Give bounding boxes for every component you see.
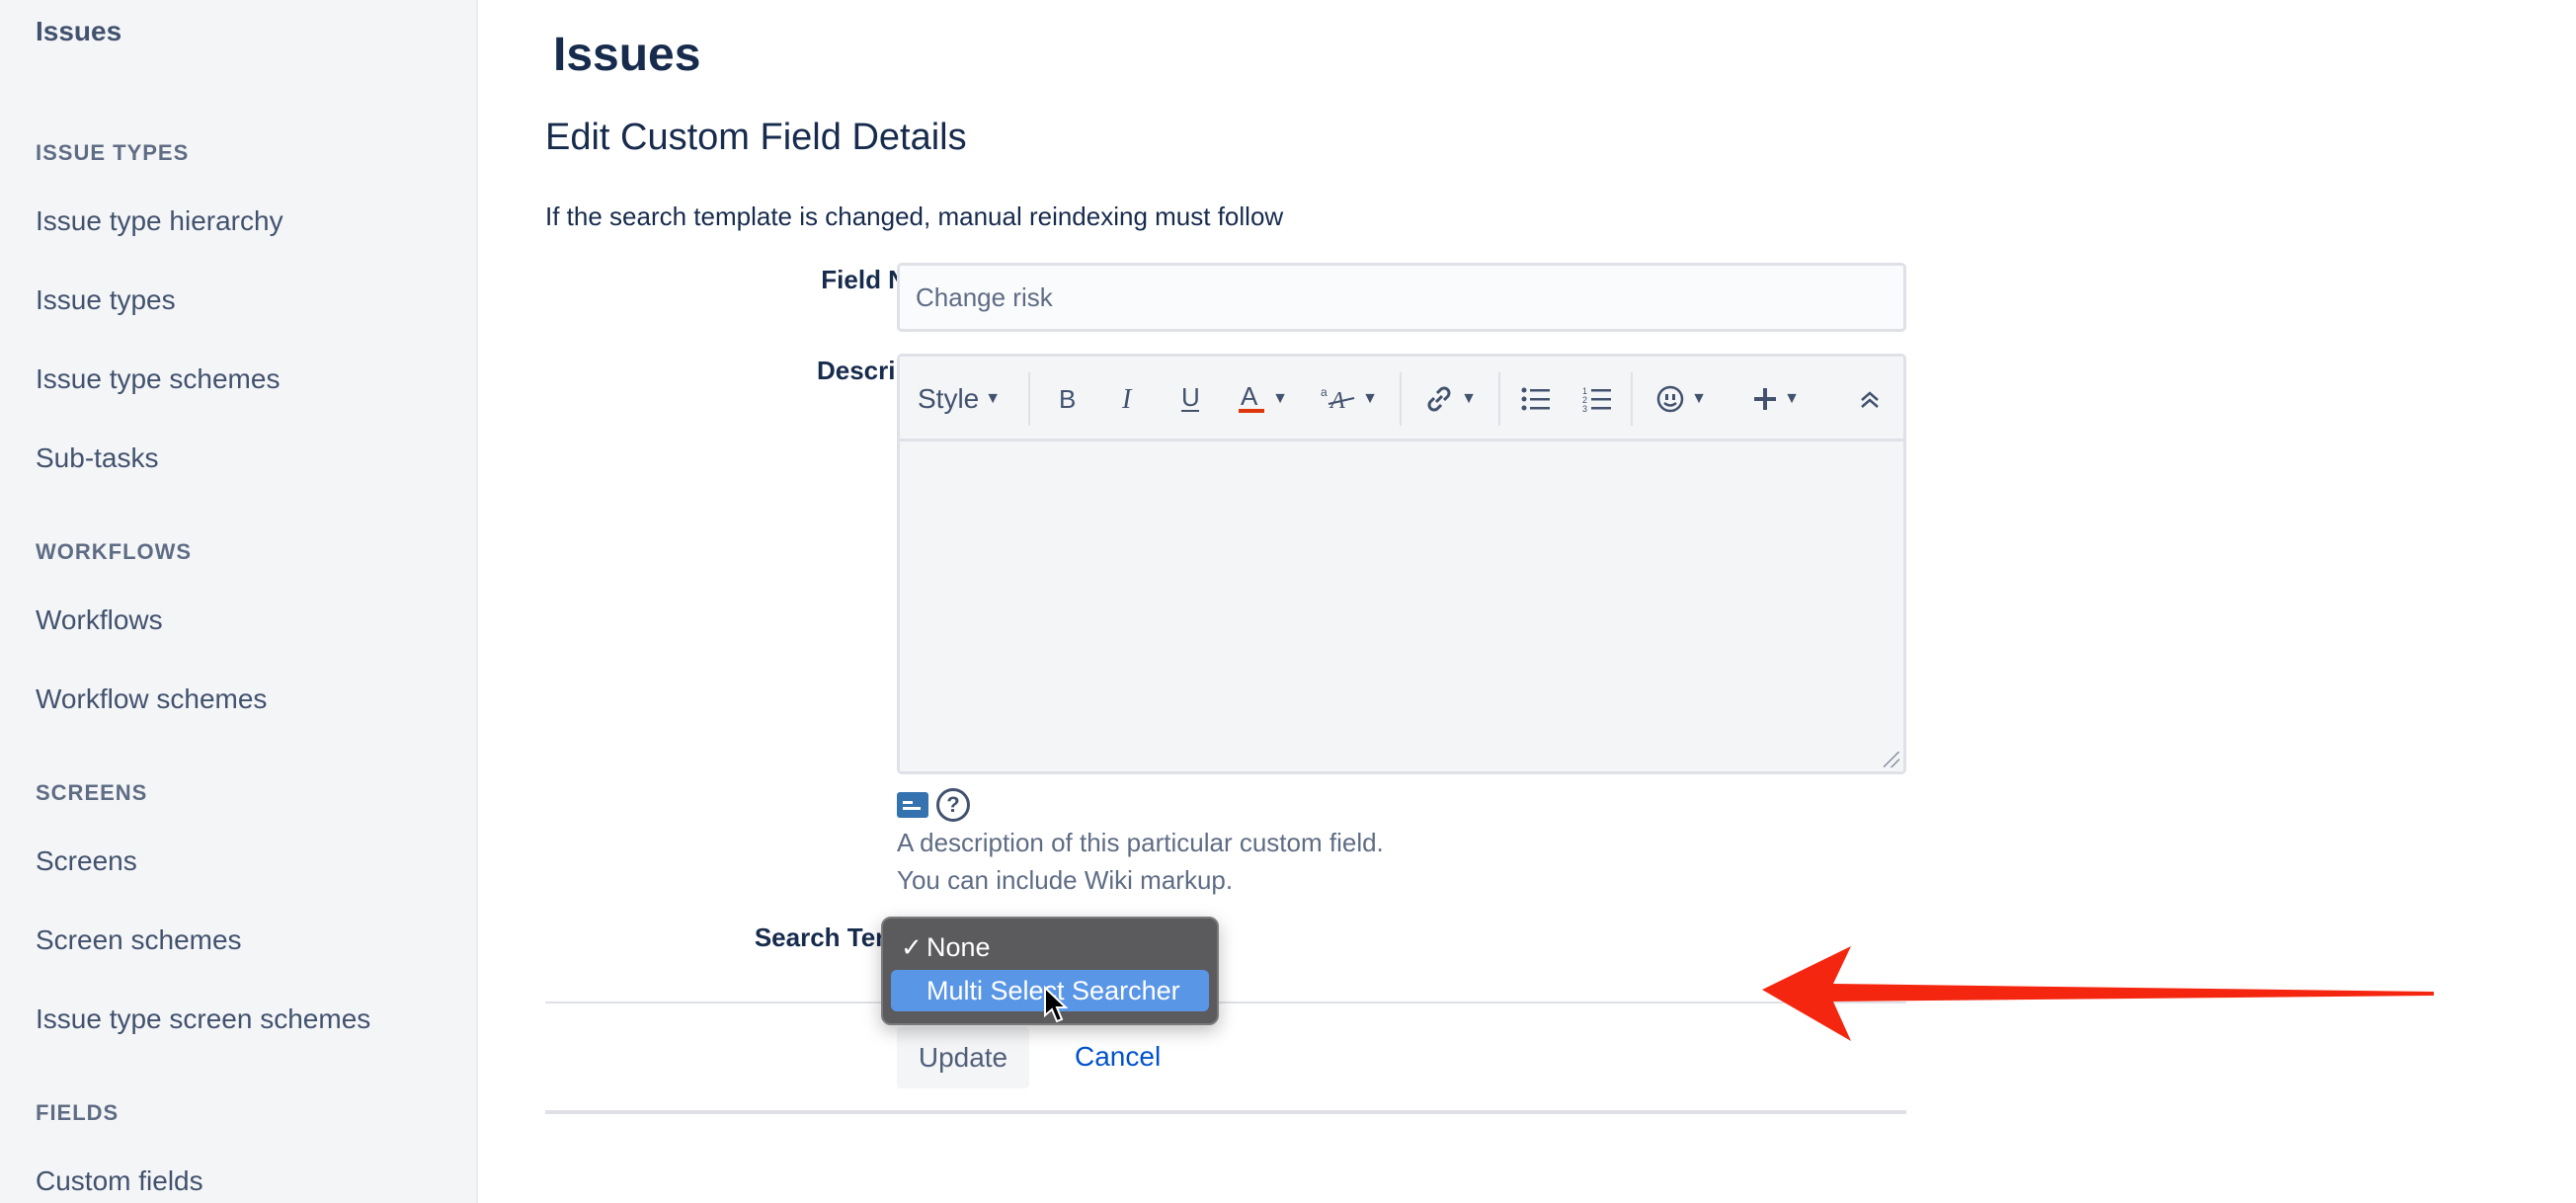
- toolbar-separator: [1028, 372, 1030, 426]
- wiki-markup-tools: ?: [897, 788, 970, 822]
- main-content: Issues Edit Custom Field Details If the …: [478, 0, 2576, 1203]
- option-none-label: None: [926, 931, 991, 962]
- svg-text:I: I: [1121, 386, 1133, 412]
- link-icon: [1427, 386, 1451, 412]
- reindex-notice: If the search template is changed, manua…: [545, 201, 1284, 231]
- bold-icon: B: [1059, 386, 1076, 412]
- chevron-down-icon: ▼: [1272, 390, 1288, 407]
- check-icon: ✓: [901, 931, 923, 962]
- collapse-toolbar-icon: [1861, 391, 1879, 408]
- toolbar-separator: [1498, 372, 1500, 426]
- collapse-toolbar-button[interactable]: [1852, 374, 1888, 424]
- text-effects-button[interactable]: aA ▼: [1315, 374, 1384, 424]
- cursor-icon: [1044, 986, 1069, 1023]
- style-dropdown[interactable]: Style ▼: [918, 374, 1001, 424]
- insert-more-button[interactable]: ▼: [1741, 374, 1811, 424]
- description-editor: Style ▼ B I U A ▼ aA ▼: [897, 354, 1906, 774]
- svg-text:U: U: [1181, 384, 1200, 412]
- sidebar-item-screen-schemes[interactable]: Screen schemes: [36, 924, 242, 956]
- sidebar-item-issue-type-screen-schemes[interactable]: Issue type screen schemes: [36, 1003, 370, 1035]
- chevron-down-icon: ▼: [1461, 390, 1477, 407]
- chevron-down-icon: ▼: [1784, 390, 1800, 407]
- help-icon[interactable]: ?: [936, 788, 970, 822]
- sidebar-item-issue-type-hierarchy[interactable]: Issue type hierarchy: [36, 205, 283, 237]
- svg-text:A: A: [1241, 383, 1258, 411]
- description-hint: A description of this particular custom …: [897, 828, 1384, 857]
- style-dropdown-label: Style: [918, 383, 980, 414]
- italic-icon: I: [1121, 386, 1133, 412]
- sidebar-item-workflows[interactable]: Workflows: [36, 604, 163, 636]
- page-title: Issues: [553, 29, 701, 81]
- emoji-icon: [1656, 385, 1684, 413]
- sidebar-item-workflow-schemes[interactable]: Workflow schemes: [36, 683, 267, 715]
- bold-button[interactable]: B: [1048, 374, 1087, 424]
- underline-button[interactable]: U: [1170, 374, 1210, 424]
- chevron-down-icon: ▼: [1691, 390, 1707, 407]
- sidebar-item-issues[interactable]: Issues: [36, 16, 121, 47]
- editor-toolbar: Style ▼ B I U A ▼ aA ▼: [900, 357, 1903, 441]
- update-button[interactable]: Update: [897, 1027, 1029, 1088]
- sidebar-item-custom-fields[interactable]: Custom fields: [36, 1165, 203, 1197]
- toolbar-separator: [1400, 372, 1402, 426]
- italic-button[interactable]: I: [1109, 374, 1149, 424]
- numbered-list-icon: 123: [1582, 386, 1611, 413]
- text-color-button[interactable]: A ▼: [1228, 374, 1297, 424]
- sidebar-heading-fields: FIELDS: [36, 1100, 120, 1125]
- sidebar-heading-issue-types: ISSUE TYPES: [36, 140, 190, 165]
- sidebar-heading-screens: SCREENS: [36, 780, 148, 805]
- insert-plus-icon: [1754, 388, 1777, 410]
- wiki-markup-hint: You can include Wiki markup.: [897, 865, 1234, 895]
- chevron-down-icon: ▼: [1362, 390, 1378, 407]
- resize-handle[interactable]: [1884, 752, 1899, 767]
- bullet-list-button[interactable]: [1514, 374, 1558, 424]
- cancel-link[interactable]: Cancel: [1075, 1041, 1161, 1073]
- link-button[interactable]: ▼: [1415, 374, 1485, 424]
- description-textarea[interactable]: [900, 444, 1903, 771]
- field-name-input[interactable]: [897, 263, 1906, 332]
- red-arrow-annotation: [1762, 946, 2434, 1041]
- chevron-down-icon: ▼: [985, 390, 1002, 407]
- wiki-markup-icon[interactable]: [897, 792, 928, 818]
- sidebar-item-sub-tasks[interactable]: Sub-tasks: [36, 442, 159, 474]
- text-color-icon: A: [1239, 383, 1265, 413]
- option-none[interactable]: ✓ None: [891, 926, 1209, 968]
- sidebar-item-issue-types[interactable]: Issue types: [36, 284, 176, 316]
- bullet-list-icon: [1521, 387, 1550, 411]
- svg-text:B: B: [1059, 386, 1076, 412]
- emoji-button[interactable]: ▼: [1647, 374, 1716, 424]
- underline-icon: U: [1181, 384, 1200, 412]
- sidebar-item-issue-type-schemes[interactable]: Issue type schemes: [36, 363, 280, 395]
- text-effects-icon: aA: [1321, 385, 1355, 414]
- svg-text:3: 3: [1582, 404, 1587, 413]
- form-divider: [545, 1002, 1906, 1003]
- toolbar-separator: [1631, 372, 1633, 426]
- sidebar-heading-workflows: WORKFLOWS: [36, 539, 193, 564]
- sidebar: Issues ISSUE TYPES Issue type hierarchy …: [0, 0, 478, 1203]
- svg-text:a: a: [1321, 385, 1328, 399]
- section-title: Edit Custom Field Details: [545, 117, 967, 158]
- sidebar-item-screens[interactable]: Screens: [36, 845, 137, 877]
- form-footer-divider: [545, 1110, 1906, 1114]
- numbered-list-button[interactable]: 123: [1575, 374, 1619, 424]
